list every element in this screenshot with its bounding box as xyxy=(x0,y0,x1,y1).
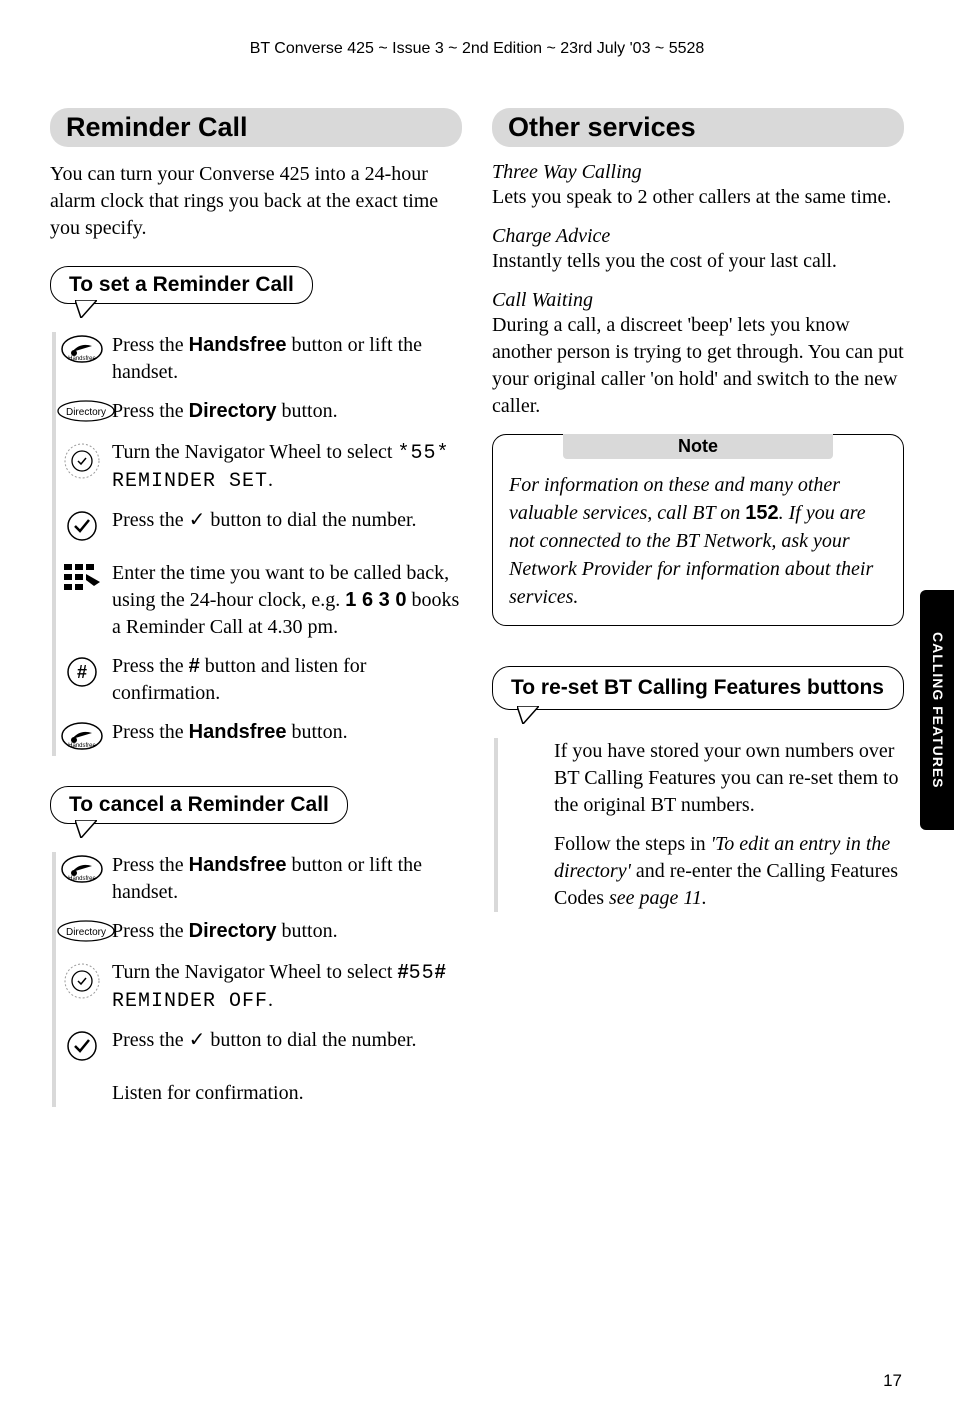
step-text: Press the Handsfree button. xyxy=(108,719,348,746)
step-row: DirectoryPress the Directory button. xyxy=(56,918,462,947)
step-row: DirectoryPress the Directory button. xyxy=(56,398,462,427)
step-text: Press the Directory button. xyxy=(108,398,338,425)
keypad-icon xyxy=(56,560,108,599)
callout-label: To cancel a Reminder Call xyxy=(69,793,329,816)
directory-icon: Directory xyxy=(56,398,108,427)
page-number: 17 xyxy=(883,1371,902,1391)
service-title: Charge Advice xyxy=(492,225,904,248)
tick-icon xyxy=(56,1027,108,1068)
svg-text:Handsfree: Handsfree xyxy=(68,356,96,362)
callout-label: To re-set BT Calling Features buttons xyxy=(511,676,884,699)
services-list: Three Way CallingLets you speak to 2 oth… xyxy=(492,161,904,420)
wheel-icon xyxy=(56,439,108,486)
section-heading-reminder: Reminder Call xyxy=(50,108,462,147)
service-body: Lets you speak to 2 other callers at the… xyxy=(492,184,904,211)
page-header: BT Converse 425 ~ Issue 3 ~ 2nd Edition … xyxy=(50,40,904,58)
wheel-icon xyxy=(56,959,108,1006)
step-row: Listen for confirmation. xyxy=(56,1080,462,1107)
step-row: Handsfree Press the Handsfree button or l… xyxy=(56,852,462,906)
step-text: Press the Handsfree button or lift the h… xyxy=(108,852,462,906)
steps-set-reminder: Handsfree Press the Handsfree button or l… xyxy=(52,332,462,756)
svg-text:Directory: Directory xyxy=(66,927,106,938)
service-item: Call WaitingDuring a call, a discreet 'b… xyxy=(492,289,904,420)
callout-set-reminder: To set a Reminder Call xyxy=(50,266,313,304)
step-row: Press the ✓ button to dial the number. xyxy=(56,507,462,548)
reset-text-block: If you have stored your own numbers over… xyxy=(494,738,904,912)
callout-reset-features: To re-set BT Calling Features buttons xyxy=(492,666,904,710)
callout-pointer-icon xyxy=(517,706,539,724)
callout-cancel-reminder: To cancel a Reminder Call xyxy=(50,786,348,824)
step-row: Handsfree Press the Handsfree button or l… xyxy=(56,332,462,386)
handsfree-icon: Handsfree xyxy=(56,852,108,889)
step-text: Press the Handsfree button or lift the h… xyxy=(108,332,462,386)
svg-text:Handsfree: Handsfree xyxy=(68,876,96,882)
step-row: Press the ✓ button to dial the number. xyxy=(56,1027,462,1068)
step-row: Turn the Navigator Wheel to select #55# … xyxy=(56,959,462,1015)
directory-icon: Directory xyxy=(56,918,108,947)
service-title: Three Way Calling xyxy=(492,161,904,184)
side-tab: CALLING FEATURES xyxy=(920,590,954,830)
intro-text: You can turn your Converse 425 into a 24… xyxy=(50,161,462,242)
handsfree-icon: Handsfree xyxy=(56,719,108,756)
svg-text:#: # xyxy=(77,662,87,682)
reset-para: If you have stored your own numbers over… xyxy=(550,738,904,819)
step-text: Enter the time you want to be called bac… xyxy=(108,560,462,641)
step-text: Press the ✓ button to dial the number. xyxy=(108,507,417,534)
note-text: For information on these and many other … xyxy=(509,471,887,611)
svg-text:Handsfree: Handsfree xyxy=(68,743,96,749)
step-text: Turn the Navigator Wheel to select *55* … xyxy=(108,439,462,495)
service-item: Charge AdviceInstantly tells you the cos… xyxy=(492,225,904,275)
none-icon xyxy=(56,1080,108,1082)
service-body: Instantly tells you the cost of your las… xyxy=(492,248,904,275)
step-text: Turn the Navigator Wheel to select #55# … xyxy=(108,959,462,1015)
callout-label: To set a Reminder Call xyxy=(69,273,294,296)
callout-pointer-icon xyxy=(75,820,97,838)
service-title: Call Waiting xyxy=(492,289,904,312)
section-heading-other: Other services xyxy=(492,108,904,147)
svg-text:Directory: Directory xyxy=(66,407,106,418)
service-item: Three Way CallingLets you speak to 2 oth… xyxy=(492,161,904,211)
callout-pointer-icon xyxy=(75,300,97,318)
service-body: During a call, a discreet 'beep' lets yo… xyxy=(492,312,904,420)
step-row: # Press the # button and listen for confi… xyxy=(56,653,462,707)
step-row: Handsfree Press the Handsfree button. xyxy=(56,719,462,756)
hash-icon: # xyxy=(56,653,108,694)
step-text: Press the Directory button. xyxy=(108,918,338,945)
step-text: Press the # button and listen for confir… xyxy=(108,653,462,707)
steps-cancel-reminder: Handsfree Press the Handsfree button or l… xyxy=(52,852,462,1107)
step-text: Press the ✓ button to dial the number. xyxy=(108,1027,417,1054)
tick-icon xyxy=(56,507,108,548)
step-text: Listen for confirmation. xyxy=(108,1080,304,1107)
note-label: Note xyxy=(563,434,833,459)
step-row: Turn the Navigator Wheel to select *55* … xyxy=(56,439,462,495)
reset-para: Follow the steps in 'To edit an entry in… xyxy=(550,831,904,912)
step-row: Enter the time you want to be called bac… xyxy=(56,560,462,641)
note-box: Note For information on these and many o… xyxy=(492,434,904,626)
handsfree-icon: Handsfree xyxy=(56,332,108,369)
